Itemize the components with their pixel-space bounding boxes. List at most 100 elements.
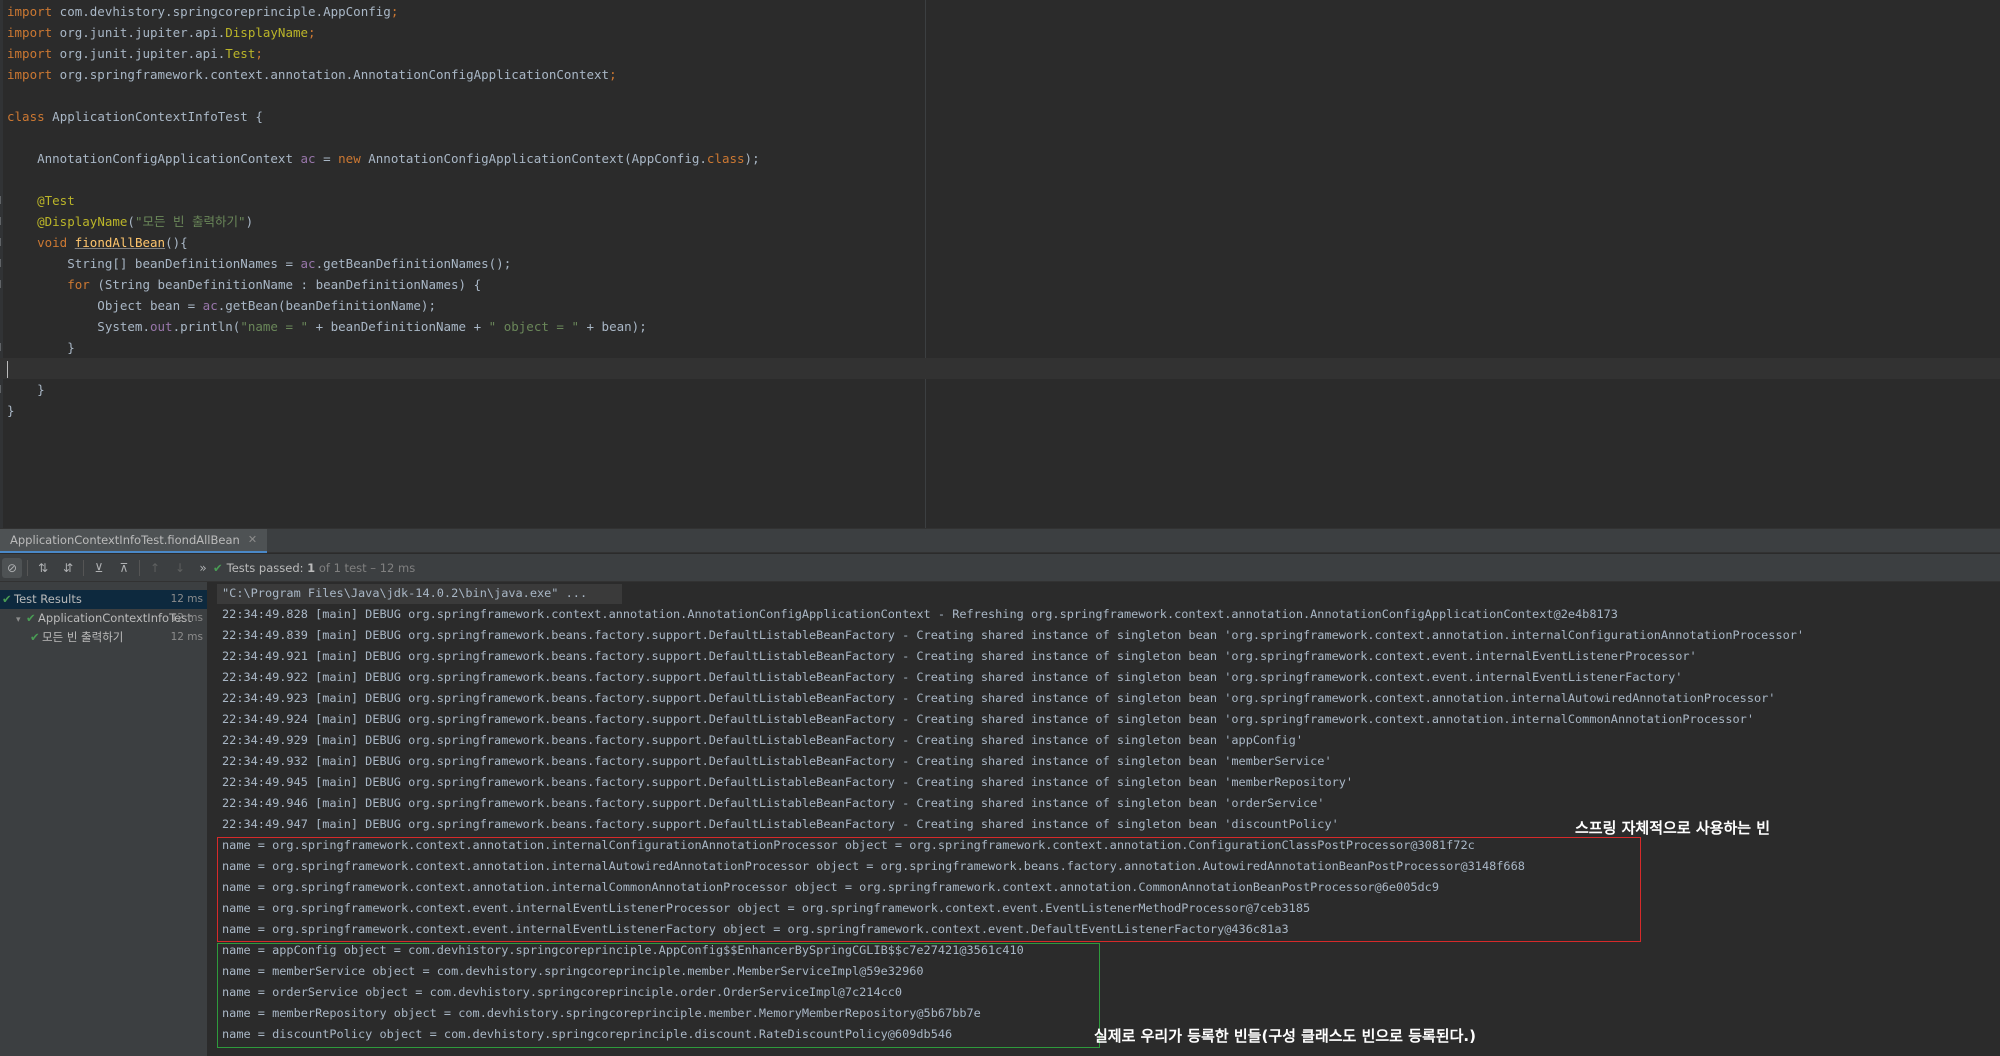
run-tab[interactable]: ApplicationContextInfoTest.fiondAllBean … bbox=[0, 528, 268, 553]
code-token: .getBean(beanDefinitionName); bbox=[217, 298, 436, 313]
test-duration: 12 ms bbox=[170, 612, 203, 624]
code-token: ; bbox=[390, 4, 399, 19]
code-token: Test bbox=[225, 46, 256, 61]
code-token: ac bbox=[300, 256, 316, 271]
sort-by-duration-icon[interactable]: ⇵ bbox=[58, 558, 78, 578]
code-token: + beanDefinitionName + bbox=[308, 319, 489, 334]
code-token: } bbox=[7, 403, 15, 418]
more-actions-icon[interactable]: » bbox=[193, 558, 213, 578]
user-beans-box bbox=[217, 943, 1100, 1048]
right-margin-guide bbox=[925, 0, 926, 528]
fold-marker-icon[interactable] bbox=[0, 385, 4, 393]
code-token: org.junit.jupiter.api. bbox=[52, 25, 226, 40]
show-passed-icon[interactable]: ⊘ bbox=[2, 558, 22, 578]
pass-check-icon: ✔ bbox=[213, 561, 223, 575]
code-line[interactable]: @DisplayName("모든 빈 출력하기") bbox=[7, 211, 253, 232]
pass-check-icon: ✔ bbox=[26, 611, 36, 625]
expand-all-icon[interactable]: ⊻ bbox=[89, 558, 109, 578]
console-command-line: "C:\Program Files\Java\jdk-14.0.2\bin\ja… bbox=[222, 586, 588, 600]
code-line[interactable]: void fiondAllBean(){ bbox=[7, 232, 188, 253]
code-token: } bbox=[7, 340, 75, 355]
code-token: for bbox=[67, 277, 90, 292]
console-line: 22:34:49.945 [main] DEBUG org.springfram… bbox=[222, 775, 1354, 789]
code-token: class bbox=[706, 151, 745, 166]
sort-alphabetically-icon[interactable]: ⇅ bbox=[33, 558, 53, 578]
console-line: 22:34:49.828 [main] DEBUG org.springfram… bbox=[222, 607, 1618, 621]
code-token: @DisplayName bbox=[37, 214, 128, 229]
console-output[interactable]: "C:\Program Files\Java\jdk-14.0.2\bin\ja… bbox=[209, 582, 2000, 1056]
code-line[interactable] bbox=[0, 358, 2000, 379]
code-token: (){ bbox=[165, 235, 188, 250]
spring-internal-note: 스프링 자체적으로 사용하는 빈 bbox=[1575, 819, 1771, 837]
code-token: AnnotationConfigApplicationContext bbox=[7, 151, 301, 166]
code-line[interactable]: import com.devhistory.springcoreprincipl… bbox=[7, 1, 398, 22]
fold-marker-icon[interactable] bbox=[0, 238, 4, 246]
code-token: "모든 빈 출력하기" bbox=[134, 214, 246, 229]
code-line[interactable]: AnnotationConfigApplicationContext ac = … bbox=[7, 148, 760, 169]
test-duration: 12 ms bbox=[170, 593, 203, 605]
code-line[interactable]: import org.junit.jupiter.api.DisplayName… bbox=[7, 22, 316, 43]
code-token: out bbox=[150, 319, 173, 334]
code-line[interactable]: @Test bbox=[7, 190, 75, 211]
code-token: } bbox=[7, 382, 45, 397]
code-token: String[] beanDefinitionNames = bbox=[7, 256, 301, 271]
code-token: = bbox=[315, 151, 339, 166]
spring-internal-beans-box bbox=[217, 837, 1641, 942]
code-token: import bbox=[7, 46, 53, 61]
toolbar-separator bbox=[139, 560, 140, 576]
fold-marker-icon[interactable] bbox=[0, 196, 4, 204]
code-line[interactable]: Object bean = ac.getBean(beanDefinitionN… bbox=[7, 295, 436, 316]
fold-marker-icon[interactable] bbox=[0, 343, 4, 351]
code-token: import bbox=[7, 67, 53, 82]
fold-marker-icon[interactable] bbox=[0, 217, 4, 225]
test-tree-label: Test Results bbox=[14, 592, 82, 606]
code-token: void bbox=[37, 235, 68, 250]
code-line[interactable]: System.out.println("name = " + beanDefin… bbox=[7, 316, 647, 337]
fold-marker-icon[interactable] bbox=[0, 280, 4, 288]
toolbar-separator bbox=[27, 560, 28, 576]
pass-check-icon: ✔ bbox=[30, 630, 40, 644]
code-token: import bbox=[7, 4, 53, 19]
code-line[interactable]: String[] beanDefinitionNames = ac.getBea… bbox=[7, 253, 511, 274]
code-token: ApplicationContextInfoTest { bbox=[44, 109, 263, 124]
code-token: .println( bbox=[172, 319, 241, 334]
code-line[interactable]: class ApplicationContextInfoTest { bbox=[7, 106, 263, 127]
code-token: ac bbox=[300, 151, 316, 166]
test-tree-item[interactable]: ▾ ✔ ApplicationContextInfoTest 12 ms bbox=[0, 609, 207, 628]
code-token: DisplayName bbox=[225, 25, 309, 40]
run-toolbar: ⊘ ⇅ ⇵ ⊻ ⊼ ↑ ↓ » ✔ Tests passed: 1 of 1 te… bbox=[0, 554, 2000, 582]
code-token: @Test bbox=[37, 193, 75, 208]
code-line[interactable]: } bbox=[7, 337, 75, 358]
code-line[interactable]: import org.junit.jupiter.api.Test; bbox=[7, 43, 263, 64]
console-line: 22:34:49.923 [main] DEBUG org.springfram… bbox=[222, 691, 1776, 705]
code-line[interactable]: } bbox=[7, 379, 45, 400]
code-token: com.devhistory.springcoreprinciple.AppCo… bbox=[52, 4, 391, 19]
code-token: ; bbox=[255, 46, 263, 61]
code-token: ( bbox=[127, 214, 135, 229]
pass-check-icon: ✔ bbox=[2, 592, 12, 606]
code-token: + bean); bbox=[578, 319, 647, 334]
test-tree-item[interactable]: ✔ 모든 빈 출력하기 12 ms bbox=[0, 628, 207, 647]
code-token: AnnotationConfigApplicationContext(AppCo… bbox=[360, 151, 707, 166]
code-token: ac bbox=[202, 298, 218, 313]
test-results-tree[interactable]: ✔ Test Results 12 ms ▾ ✔ ApplicationContextIn… bbox=[0, 582, 208, 1056]
code-token: System. bbox=[7, 319, 150, 334]
collapse-all-icon[interactable]: ⊼ bbox=[114, 558, 134, 578]
code-token: ; bbox=[308, 25, 316, 40]
code-line[interactable]: import org.springframework.context.annot… bbox=[7, 64, 617, 85]
code-line[interactable]: } bbox=[7, 400, 15, 421]
test-tree-item[interactable]: ✔ Test Results 12 ms bbox=[0, 590, 207, 609]
code-token: import bbox=[7, 25, 53, 40]
test-tree-label: ApplicationContextInfoTest bbox=[38, 611, 192, 625]
close-icon[interactable]: ✕ bbox=[248, 528, 257, 552]
code-editor[interactable]: import com.devhistory.springcoreprincipl… bbox=[0, 0, 2000, 528]
code-token: ); bbox=[744, 151, 760, 166]
previous-failed-icon[interactable]: ↑ bbox=[145, 558, 165, 578]
code-line[interactable]: for (String beanDefinitionName : beanDef… bbox=[7, 274, 481, 295]
next-failed-icon[interactable]: ↓ bbox=[170, 558, 190, 578]
console-line: 22:34:49.929 [main] DEBUG org.springfram… bbox=[222, 733, 1303, 747]
fold-marker-icon[interactable] bbox=[0, 259, 4, 267]
